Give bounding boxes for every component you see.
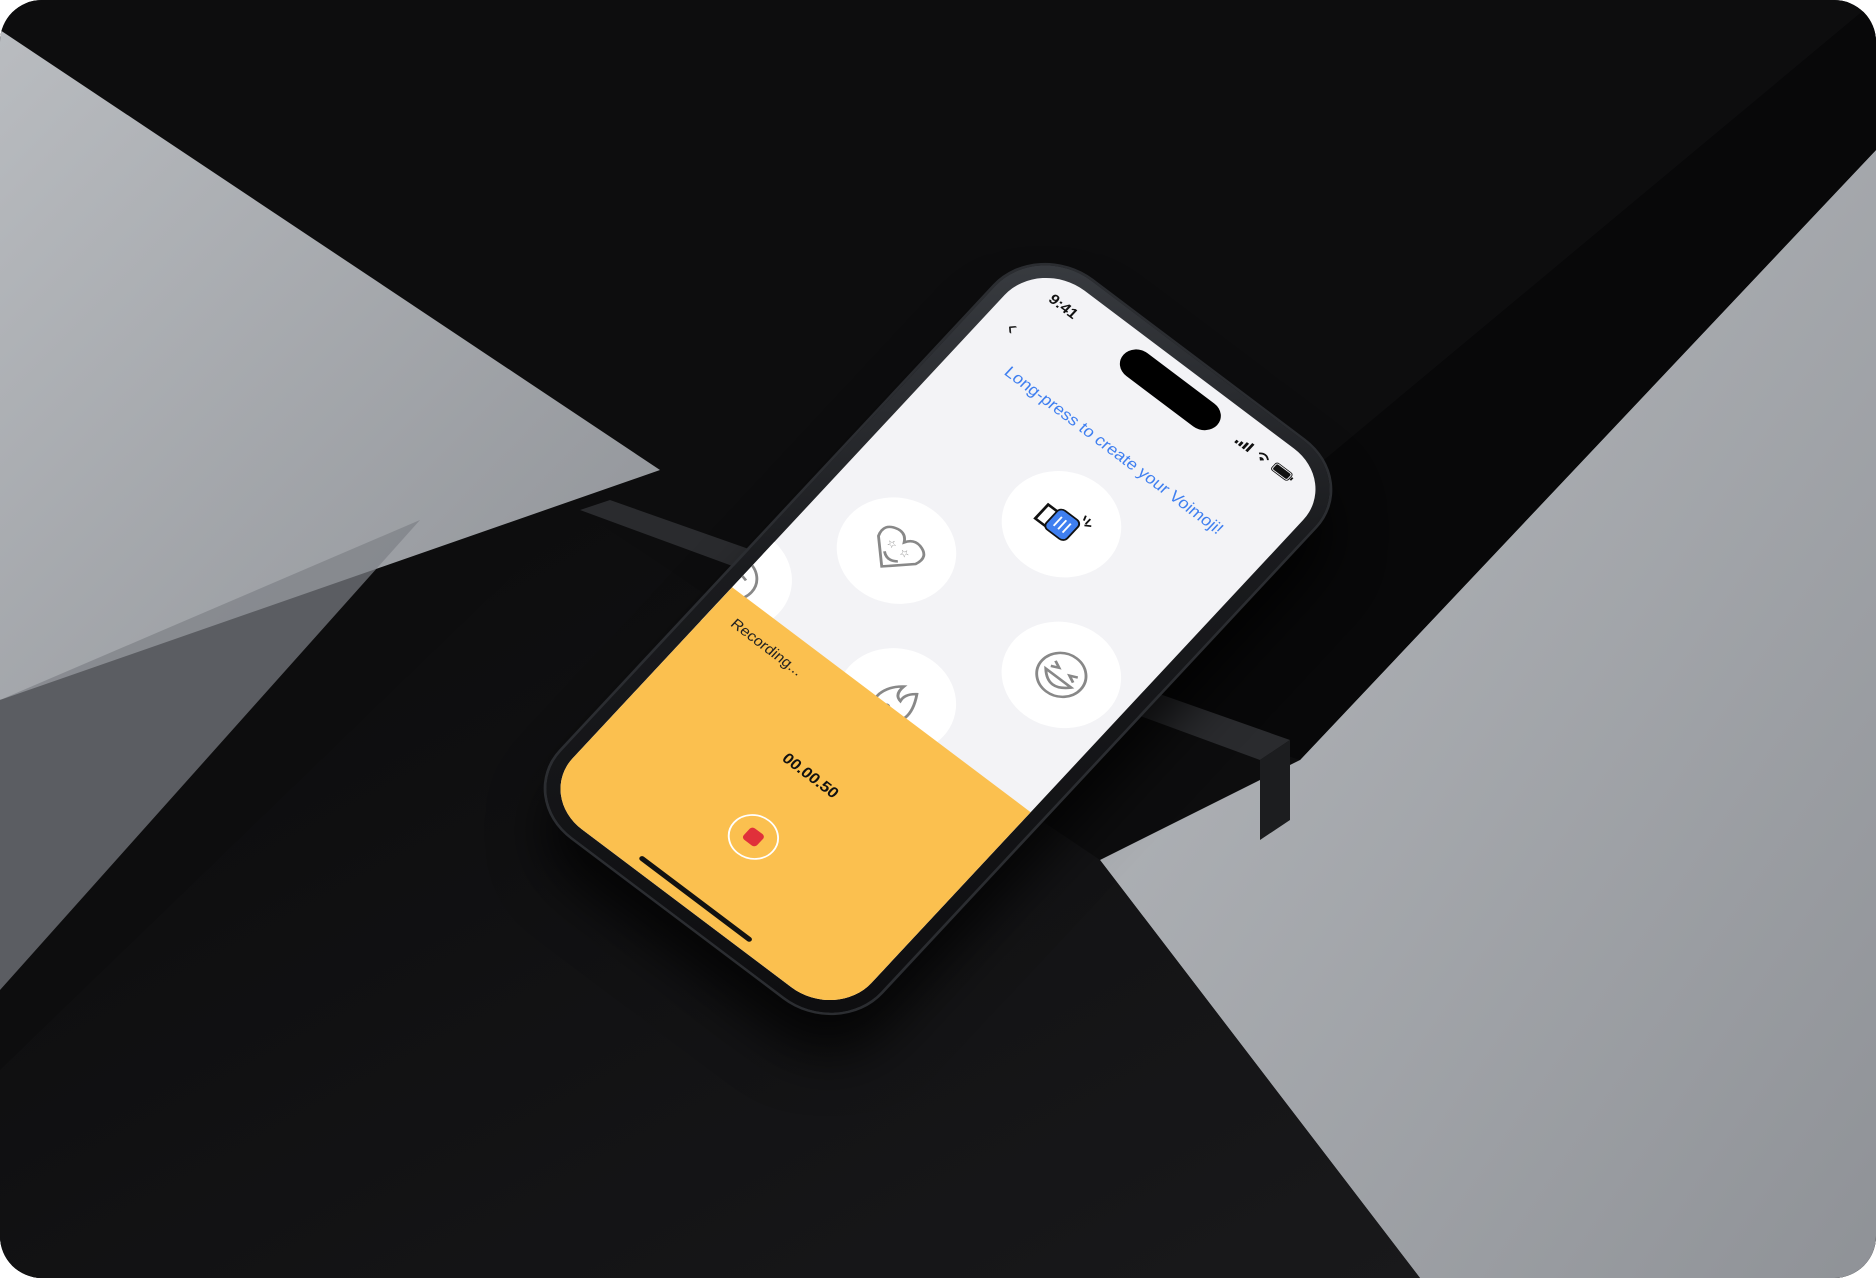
- stop-icon: [741, 826, 766, 848]
- mockup-frame: 9:41 ‹ Long-press to create your Voimoji…: [0, 0, 1876, 1278]
- svg-text:☆: ☆: [896, 547, 912, 562]
- wifi-icon: [1258, 452, 1269, 461]
- heart-star-eyes-icon: ☆ ☆: [877, 525, 926, 568]
- grinning-squint-icon: [1035, 651, 1088, 699]
- emoji-heart-star-eyes[interactable]: ☆ ☆: [812, 475, 981, 626]
- battery-icon: [1271, 462, 1294, 481]
- emoji-fist-bump[interactable]: [977, 449, 1146, 600]
- signal-icon: [1234, 439, 1255, 453]
- back-button[interactable]: ‹: [1000, 315, 1038, 349]
- stop-recording-button[interactable]: [717, 804, 790, 870]
- iphone-mockup: 9:41 ‹ Long-press to create your Voimoji…: [518, 240, 1358, 1038]
- status-time: 9:41: [1045, 291, 1082, 323]
- app-screen: 9:41 ‹ Long-press to create your Voimoji…: [537, 257, 1339, 1021]
- svg-text:☆: ☆: [884, 537, 900, 552]
- fist-bump-icon: [1033, 502, 1092, 541]
- chevron-left-icon: ‹: [1000, 315, 1026, 340]
